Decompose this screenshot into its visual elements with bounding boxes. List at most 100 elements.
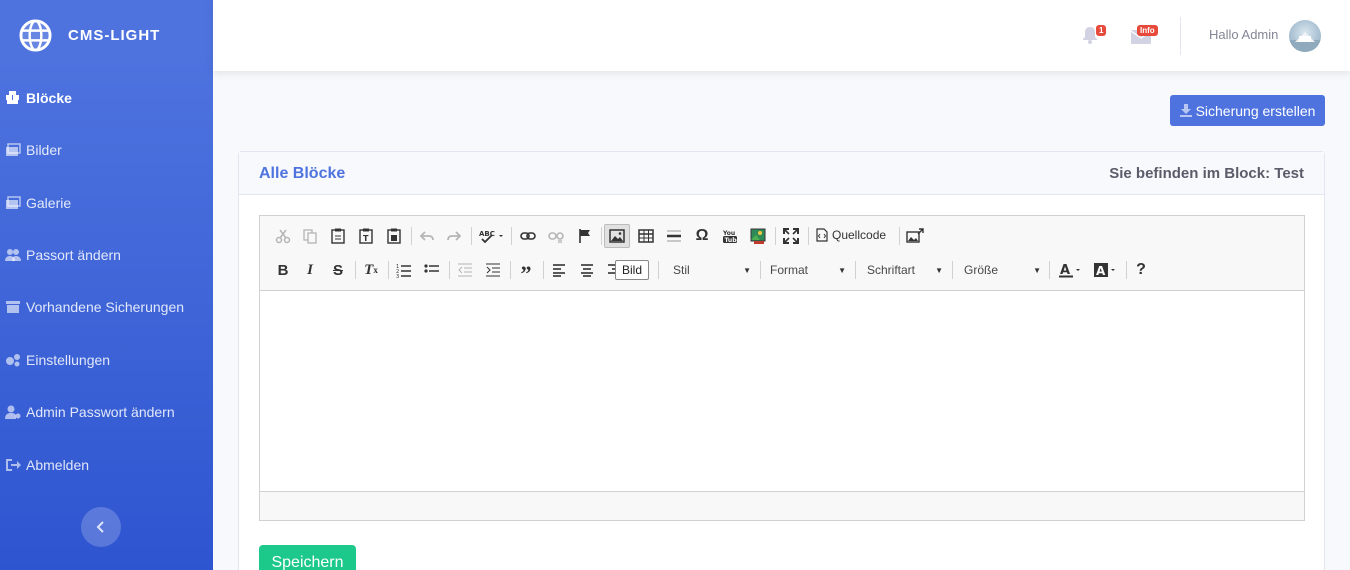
copy-icon[interactable] xyxy=(300,226,320,246)
sidebar-item-bloecke[interactable]: Blöcke xyxy=(5,90,72,106)
topbar-divider xyxy=(1180,17,1181,55)
link-icon[interactable] xyxy=(518,226,538,246)
table-icon[interactable] xyxy=(636,226,656,246)
editor-content[interactable] xyxy=(260,291,1304,491)
sidebar-item-passort[interactable]: Passort ändern xyxy=(5,247,121,263)
special-char-icon[interactable]: Ω xyxy=(692,226,712,246)
svg-text:T: T xyxy=(363,234,369,243)
svg-text:You: You xyxy=(722,230,735,237)
create-backup-button[interactable]: Sicherung erstellen xyxy=(1170,95,1325,126)
format-select-label: Format xyxy=(770,263,809,277)
user-cog-icon xyxy=(5,405,21,419)
spellcheck-icon[interactable]: ABC xyxy=(478,226,506,246)
sidebar-item-label: Blöcke xyxy=(26,90,72,106)
dropdown-arrow-icon: ▼ xyxy=(743,265,751,275)
numbered-list-icon[interactable]: 123 xyxy=(394,260,414,280)
sidebar-item-label: Einstellungen xyxy=(26,352,111,368)
sidebar-item-admin-passwort[interactable]: Admin Passwort ändern xyxy=(5,404,175,420)
avatar[interactable] xyxy=(1289,20,1321,52)
topbar: 1 Info Hallo Admin xyxy=(213,0,1350,71)
undo-icon[interactable] xyxy=(417,226,437,246)
font-select-label: Schriftart xyxy=(867,263,916,277)
card-header: Alle Blöcke Sie befinden im Block: Test xyxy=(239,152,1324,195)
brand[interactable]: CMS-LIGHT xyxy=(0,0,213,70)
archive-icon xyxy=(5,300,21,314)
redo-icon[interactable] xyxy=(444,226,464,246)
remove-format-icon[interactable]: Tx xyxy=(361,260,381,280)
image-icon[interactable] xyxy=(607,226,627,246)
sidebar: CMS-LIGHT Blöcke Bilder Galerie Passort … xyxy=(0,0,213,570)
image-upload-icon[interactable] xyxy=(905,226,925,246)
sidebar-toggle-button[interactable] xyxy=(81,507,121,547)
italic-icon[interactable]: I xyxy=(300,260,320,280)
paste-text-icon[interactable]: T xyxy=(356,226,376,246)
format-select[interactable]: Format ▼ xyxy=(770,260,846,280)
source-code-button[interactable]: Quellcode xyxy=(816,228,886,242)
svg-text:A: A xyxy=(1096,264,1106,278)
editor-toolbar: T ABC Ω YouTube Quellcode xyxy=(260,216,1304,291)
svg-text:ABC: ABC xyxy=(479,230,495,238)
create-backup-label: Sicherung erstellen xyxy=(1195,102,1316,119)
bold-icon[interactable]: B xyxy=(273,260,293,280)
dropdown-arrow-icon: ▼ xyxy=(935,265,943,275)
svg-text:Tube: Tube xyxy=(725,237,739,244)
download-icon xyxy=(1179,104,1192,117)
align-center-icon[interactable] xyxy=(577,260,597,280)
align-left-icon[interactable] xyxy=(549,260,569,280)
maximize-icon[interactable] xyxy=(781,226,801,246)
editor-status-bar xyxy=(260,491,1304,520)
text-color-icon[interactable]: A xyxy=(1057,260,1083,280)
paste-icon[interactable] xyxy=(328,226,348,246)
background-color-icon[interactable]: A xyxy=(1092,260,1118,280)
location-block-name: Test xyxy=(1274,165,1304,182)
current-block-location: Sie befinden im Block: Test xyxy=(1109,165,1304,182)
chevron-left-icon xyxy=(96,521,104,533)
location-prefix: Sie befinden im Block: xyxy=(1109,165,1271,182)
size-select-label: Größe xyxy=(964,263,999,277)
sidebar-item-label: Vorhandene Sicherungen xyxy=(26,299,185,315)
user-greeting[interactable]: Hallo Admin xyxy=(1209,27,1278,42)
save-button[interactable]: Speichern xyxy=(259,545,356,570)
sidebar-item-label: Admin Passwort ändern xyxy=(26,404,175,420)
globe-icon xyxy=(19,18,52,52)
sidebar-item-abmelden[interactable]: Abmelden xyxy=(5,457,89,473)
alerts-badge: 1 xyxy=(1096,25,1107,36)
size-select[interactable]: Größe ▼ xyxy=(964,260,1041,280)
avatar-image xyxy=(1289,32,1321,52)
horizontal-rule-icon[interactable] xyxy=(664,226,684,246)
sidebar-item-galerie[interactable]: Galerie xyxy=(5,195,71,211)
blocks-card: Alle Blöcke Sie befinden im Block: Test … xyxy=(238,151,1325,570)
messages-badge: Info xyxy=(1137,25,1158,36)
indent-icon[interactable] xyxy=(483,260,503,280)
anchor-flag-icon[interactable] xyxy=(575,226,595,246)
sidebar-item-label: Galerie xyxy=(26,195,72,211)
image-gallery-icon[interactable] xyxy=(748,226,768,246)
sidebar-item-label: Abmelden xyxy=(26,457,90,473)
svg-text:3: 3 xyxy=(396,274,399,278)
brand-name: CMS-LIGHT xyxy=(68,26,161,44)
style-select-label: Stil xyxy=(673,263,690,277)
unlink-icon[interactable] xyxy=(546,226,566,246)
youtube-icon[interactable]: YouTube xyxy=(720,226,740,246)
paste-word-icon[interactable] xyxy=(384,226,404,246)
style-select[interactable]: Stil ▼ xyxy=(673,260,751,280)
rich-text-editor: T ABC Ω YouTube Quellcode xyxy=(259,215,1305,521)
cut-icon[interactable] xyxy=(273,226,293,246)
sign-out-icon xyxy=(5,458,21,472)
users-icon xyxy=(5,248,21,262)
image-tooltip: Bild xyxy=(615,260,650,280)
blockquote-icon[interactable]: ” xyxy=(516,260,536,286)
sidebar-item-label: Passort ändern xyxy=(26,247,121,263)
source-code-label: Quellcode xyxy=(832,228,887,242)
images-icon xyxy=(5,196,21,210)
cogs-icon xyxy=(5,353,21,367)
sidebar-item-bilder[interactable]: Bilder xyxy=(5,142,62,158)
help-icon[interactable]: ? xyxy=(1131,260,1151,280)
sidebar-item-einstellungen[interactable]: Einstellungen xyxy=(5,352,110,368)
font-select[interactable]: Schriftart ▼ xyxy=(867,260,943,280)
card-title[interactable]: Alle Blöcke xyxy=(259,165,345,183)
strikethrough-icon[interactable]: S xyxy=(328,260,348,280)
bullet-list-icon[interactable] xyxy=(422,260,442,280)
outdent-icon[interactable] xyxy=(455,260,475,280)
sidebar-item-sicherungen[interactable]: Vorhandene Sicherungen xyxy=(5,299,184,315)
